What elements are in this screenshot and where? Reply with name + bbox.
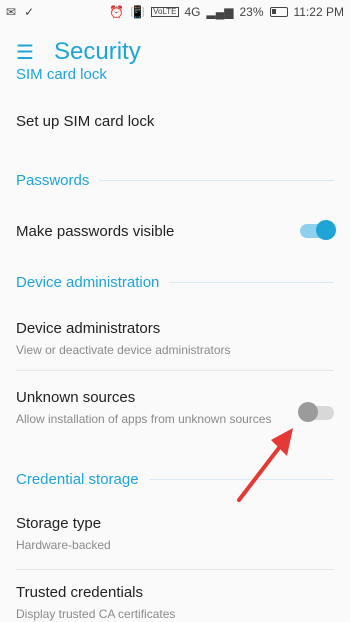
setting-unknown-sources[interactable]: Unknown sources Allow installation of ap… xyxy=(0,371,350,457)
section-header-sim-card-lock: SIM card lock xyxy=(0,62,350,84)
setting-device-administrators[interactable]: Device administrators View or deactivate… xyxy=(0,304,350,370)
setting-title: Unknown sources xyxy=(16,389,136,406)
check-icon: ✓ xyxy=(24,5,35,19)
unknown-sources-toggle[interactable] xyxy=(298,402,334,422)
setting-title: Trusted credentials xyxy=(16,584,144,601)
section-header-credential-storage: Credential storage xyxy=(0,457,350,501)
setting-set-up-sim-card-lock[interactable]: Set up SIM card lock xyxy=(0,84,350,158)
section-header-label: Credential storage xyxy=(16,470,149,488)
setting-trusted-credentials[interactable]: Trusted credentials Display trusted CA c… xyxy=(0,570,350,622)
hamburger-menu-icon[interactable]: ☰ xyxy=(14,41,36,64)
battery-icon xyxy=(269,7,288,17)
make-passwords-visible-toggle[interactable] xyxy=(300,220,336,240)
toggle-thumb xyxy=(316,220,336,240)
vibrate-icon: 📳 xyxy=(130,5,146,19)
section-header-passwords: Passwords xyxy=(0,158,350,202)
signal-icon: ▂▄▆ xyxy=(206,5,234,19)
setting-subtitle: Display trusted CA certificates xyxy=(16,607,176,621)
setting-title: Make passwords visible xyxy=(16,222,175,240)
alarm-icon: ⏰ xyxy=(109,5,125,19)
status-time: 11:22 PM xyxy=(293,5,344,19)
toggle-thumb xyxy=(298,402,318,422)
status-bar: ✉ ✓ ⏰ 📳 VoLTE 4G ▂▄▆ 23% 11:22 PM xyxy=(0,0,350,24)
setting-subtitle: Allow installation of apps from unknown … xyxy=(16,412,272,426)
section-header-device-administration: Device administration xyxy=(0,260,350,304)
setting-title: Storage type xyxy=(16,515,102,532)
setting-storage-type[interactable]: Storage type Hardware-backed xyxy=(0,501,350,569)
setting-subtitle: Hardware-backed xyxy=(16,538,111,552)
setting-title: Set up SIM card lock xyxy=(16,112,155,130)
section-header-label: Passwords xyxy=(16,171,100,189)
setting-make-passwords-visible[interactable]: Make passwords visible xyxy=(0,202,350,260)
4g-icon: 4G xyxy=(184,5,201,19)
battery-percent: 23% xyxy=(239,5,264,19)
settings-list: SIM card lock Set up SIM card lock Passw… xyxy=(0,62,350,622)
section-header-label: Device administration xyxy=(16,273,170,291)
volte-icon: VoLTE xyxy=(151,7,179,17)
gmail-icon: ✉ xyxy=(6,5,17,19)
setting-title: Device administrators xyxy=(16,320,161,337)
section-header-label: SIM card lock xyxy=(16,66,107,83)
setting-subtitle: View or deactivate device administrators xyxy=(16,343,231,357)
